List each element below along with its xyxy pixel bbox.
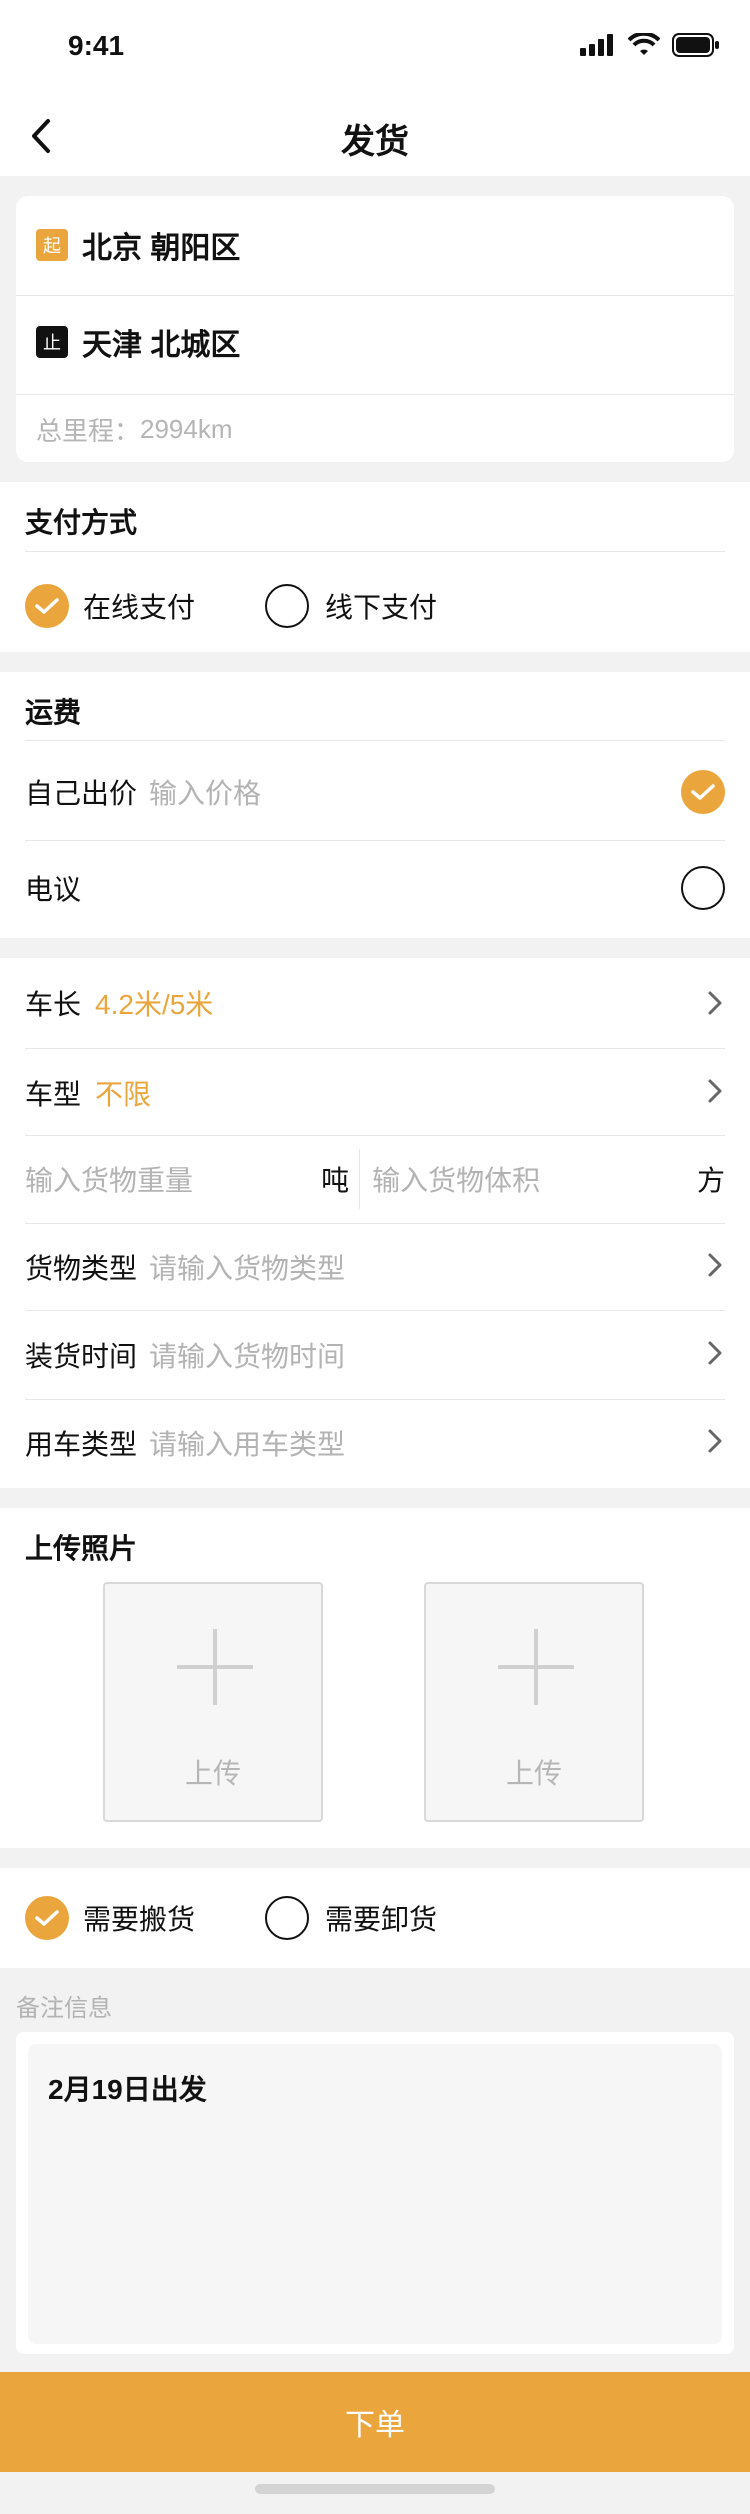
divider xyxy=(25,551,725,552)
vehicle-type-row[interactable]: 车型 不限 xyxy=(25,1068,725,1118)
signal-icon xyxy=(580,34,613,56)
plus-icon xyxy=(498,1629,574,1705)
negotiable-row[interactable]: 电议 xyxy=(25,858,725,918)
payment-title-row: 支付方式 xyxy=(25,496,725,546)
vehicle-length-label: 车长 xyxy=(25,989,82,1020)
distance-label: 总里程： xyxy=(36,415,141,446)
volume-input[interactable]: 输入货物体积 xyxy=(372,1159,540,1199)
status-icons xyxy=(580,30,720,60)
freight-title-row: 运费 xyxy=(25,686,725,736)
payment-online-label: 在线支付 xyxy=(83,592,196,623)
chevron-right-icon xyxy=(708,1253,722,1277)
vehicle-type-value: 不限 xyxy=(95,1079,152,1110)
remark-title: 备注信息 xyxy=(16,1995,112,2022)
negotiable-label: 电议 xyxy=(25,874,82,905)
status-time: 9:41 xyxy=(68,30,125,61)
upload-photo-button[interactable]: 上传 xyxy=(424,1582,644,1822)
unchecked-circle-icon xyxy=(265,584,310,628)
payment-title: 支付方式 xyxy=(25,507,138,538)
volume-field[interactable]: 输入货物体积 方 xyxy=(372,1159,725,1199)
upload-section: 上传照片 上传 上传 xyxy=(0,1508,750,1848)
loading-time-label: 装货时间 xyxy=(25,1341,138,1372)
divider xyxy=(25,1135,725,1136)
divider xyxy=(25,1223,725,1224)
route-card: 起 北京 朝阳区 止 天津 北城区 总里程： 2994km xyxy=(16,196,734,462)
need-moving-label: 需要搬货 xyxy=(83,1904,196,1935)
end-badge: 止 xyxy=(36,326,68,358)
divider xyxy=(25,840,725,841)
submit-order-button[interactable]: 下单 xyxy=(0,2372,750,2472)
remark-textarea[interactable]: 2月19日出发 xyxy=(28,2044,722,2344)
freight-title: 运费 xyxy=(25,697,82,728)
chevron-right-icon xyxy=(708,1079,722,1103)
freight-section: 运费 自己出价 输入价格 电议 xyxy=(0,672,750,938)
vehicle-use-label: 用车类型 xyxy=(25,1429,138,1460)
weight-unit: 吨 xyxy=(321,1165,350,1196)
upload-title: 上传照片 xyxy=(25,1533,138,1564)
remark-content: 2月19日出发 xyxy=(48,2074,207,2105)
need-unloading-option[interactable]: 需要卸货 xyxy=(265,1896,437,1940)
distance-value: 2994km xyxy=(140,413,233,444)
need-moving-option[interactable]: 需要搬货 xyxy=(25,1896,195,1940)
plus-icon xyxy=(177,1629,253,1705)
divider xyxy=(25,1399,725,1400)
chevron-right-icon xyxy=(708,1341,722,1365)
page-title: 发货 xyxy=(341,123,409,161)
vehicle-use-row[interactable]: 用车类型 请输入用车类型 xyxy=(25,1418,725,1468)
self-price-input[interactable]: 输入价格 xyxy=(149,772,261,812)
services-section: 需要搬货 需要卸货 xyxy=(0,1868,750,1968)
distance-row: 总里程： 2994km xyxy=(36,406,736,452)
upload-title-row: 上传照片 xyxy=(25,1522,725,1572)
vehicle-section: 车长 4.2米/5米 车型 不限 输入货物重量 吨 输入货物体积 方 货物类型 … xyxy=(0,958,750,1488)
upload-label: 上传 xyxy=(184,1758,241,1789)
divider xyxy=(25,1048,725,1049)
unchecked-circle-icon xyxy=(265,1896,310,1940)
upload-photo-button[interactable]: 上传 xyxy=(103,1582,323,1822)
divider xyxy=(25,1310,725,1311)
vehicle-type-label: 车型 xyxy=(25,1079,82,1110)
payment-online-option[interactable]: 在线支付 xyxy=(25,584,195,628)
nav-bar: 发货 xyxy=(0,96,750,176)
wifi-icon xyxy=(628,33,660,55)
weight-field[interactable]: 输入货物重量 吨 xyxy=(25,1159,359,1199)
cargo-type-input[interactable]: 请输入货物类型 xyxy=(149,1247,345,1287)
status-bar: 9:41 xyxy=(0,0,750,96)
unchecked-circle-icon[interactable] xyxy=(681,866,725,910)
payment-offline-option[interactable]: 线下支付 xyxy=(265,584,437,628)
cargo-type-label: 货物类型 xyxy=(25,1253,138,1284)
vehicle-use-input[interactable]: 请输入用车类型 xyxy=(149,1423,345,1463)
divider xyxy=(16,295,734,296)
route-end-row[interactable]: 止 天津 北城区 xyxy=(36,317,736,367)
divider xyxy=(25,740,725,741)
checked-circle-icon xyxy=(25,584,69,628)
loading-time-input[interactable]: 请输入货物时间 xyxy=(149,1335,345,1375)
weight-volume-row: 输入货物重量 吨 输入货物体积 方 xyxy=(25,1149,725,1209)
services-options: 需要搬货 需要卸货 xyxy=(25,1888,725,1948)
route-end-city: 天津 北城区 xyxy=(82,329,241,362)
battery-icon xyxy=(672,33,719,57)
self-price-label: 自己出价 xyxy=(25,778,138,809)
payment-offline-label: 线下支付 xyxy=(325,592,438,623)
payment-options: 在线支付 线下支付 xyxy=(25,576,725,636)
self-price-row[interactable]: 自己出价 输入价格 xyxy=(25,762,725,822)
divider xyxy=(16,394,734,395)
volume-unit: 方 xyxy=(696,1165,725,1196)
route-start-city: 北京 朝阳区 xyxy=(82,232,241,265)
payment-section: 支付方式 在线支付 线下支付 xyxy=(0,482,750,652)
vehicle-length-row[interactable]: 车长 4.2米/5米 xyxy=(25,978,725,1028)
need-unloading-label: 需要卸货 xyxy=(325,1904,438,1935)
weight-input[interactable]: 输入货物重量 xyxy=(25,1159,193,1199)
checked-circle-icon xyxy=(25,1896,69,1940)
route-start-row[interactable]: 起 北京 朝阳区 xyxy=(36,220,736,270)
cargo-type-row[interactable]: 货物类型 请输入货物类型 xyxy=(25,1242,725,1292)
home-indicator xyxy=(255,2484,495,2494)
loading-time-row[interactable]: 装货时间 请输入货物时间 xyxy=(25,1330,725,1380)
chevron-right-icon xyxy=(708,1429,722,1453)
start-badge: 起 xyxy=(36,229,68,261)
chevron-right-icon xyxy=(708,991,722,1015)
upload-label: 上传 xyxy=(505,1758,562,1789)
field-separator xyxy=(359,1149,361,1209)
vehicle-length-value: 4.2米/5米 xyxy=(95,989,214,1020)
checked-circle-icon[interactable] xyxy=(681,770,725,814)
